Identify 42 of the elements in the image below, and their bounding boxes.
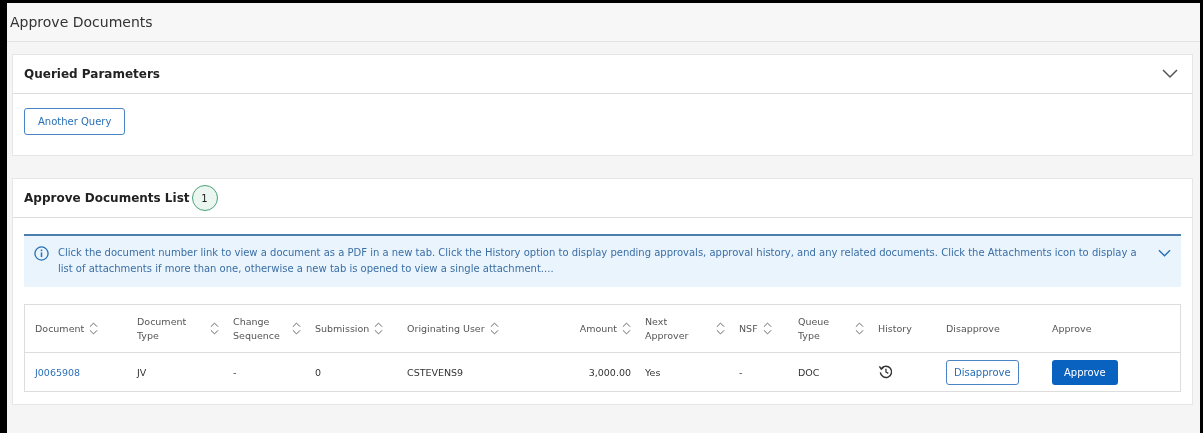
column-header[interactable]: Document — [35, 321, 85, 336]
column-header[interactable]: Submission — [315, 321, 370, 336]
table-cell: CSTEVENS9 — [407, 366, 464, 378]
column-header: Approve — [1052, 321, 1092, 336]
sort-icon[interactable] — [210, 321, 219, 336]
column-header[interactable]: Document Type — [137, 314, 205, 343]
table-cell: JV — [137, 366, 147, 378]
table-cell: Yes — [645, 366, 661, 378]
sort-icon[interactable] — [292, 321, 301, 336]
table-cell: - — [233, 366, 237, 378]
column-header[interactable]: Next Approver — [645, 314, 711, 343]
panel-title: Approve Documents List — [24, 191, 190, 205]
chevron-icon[interactable] — [1162, 69, 1178, 79]
history-icon[interactable] — [878, 363, 893, 379]
sort-icon[interactable] — [489, 321, 499, 336]
column-header[interactable]: Originating User — [407, 321, 485, 336]
sort-icon[interactable] — [855, 321, 864, 336]
disapprove-button[interactable]: Disapprove — [946, 359, 1019, 385]
table-cell: - — [739, 366, 743, 378]
column-header: History — [878, 321, 912, 336]
table-cell: 3,000.00 — [588, 366, 631, 378]
another-query-button[interactable]: Another Query — [24, 108, 126, 135]
column-header[interactable]: NSF — [739, 321, 758, 336]
sort-icon[interactable] — [762, 321, 772, 336]
document-link[interactable]: J0065908 — [35, 366, 81, 378]
chevron-icon[interactable] — [1158, 249, 1171, 258]
sort-icon[interactable] — [622, 321, 631, 336]
column-header[interactable]: Amount — [579, 321, 617, 336]
sort-icon[interactable] — [716, 321, 725, 336]
sort-icon[interactable] — [89, 321, 99, 336]
info-text: Click the document number link to view a document as a PDF in a new tab. Click the History option to display pending approvals, approval history, and any related documents. Click the Attachments icon to display a list of attachments if more than one, otherwise a new tab is opened to view a single attachment.... — [58, 246, 1138, 276]
table-cell: DOC — [798, 366, 820, 378]
panel-title: Queried Parameters — [24, 67, 160, 81]
column-header: Disapprove — [946, 321, 1000, 336]
column-header[interactable]: Queue Type — [798, 314, 850, 343]
info-icon — [34, 246, 49, 261]
column-header[interactable]: Change Sequence — [233, 314, 287, 343]
count-badge: 1 — [191, 185, 218, 211]
approve-button[interactable]: Approve — [1052, 359, 1118, 385]
table-cell: 0 — [315, 366, 322, 378]
page-title: Approve Documents — [10, 14, 153, 30]
sort-icon[interactable] — [374, 321, 384, 336]
